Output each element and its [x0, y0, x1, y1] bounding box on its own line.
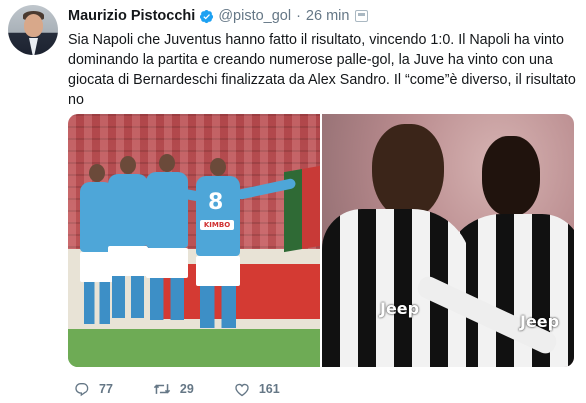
pitch-grass: [68, 329, 320, 367]
tweet-media[interactable]: 8 KIMBO Jeep Jeep: [68, 114, 574, 367]
heart-icon: [235, 383, 249, 396]
reply-count: 77: [99, 382, 113, 396]
follow-icon[interactable]: [355, 10, 369, 22]
juventus-players-photo[interactable]: Jeep Jeep: [322, 114, 574, 367]
retweet-button[interactable]: 29: [153, 381, 194, 397]
retweet-icon: [153, 384, 171, 394]
tweet-header: Maurizio Pistocchi @pisto_gol · 26 min: [68, 7, 369, 25]
reply-icon: [75, 383, 89, 397]
author-name[interactable]: Maurizio Pistocchi: [68, 8, 195, 24]
jeep-sponsor-logo: Jeep: [380, 299, 420, 318]
jersey-number: 8: [208, 190, 224, 215]
jeep-sponsor-logo: Jeep: [520, 312, 560, 331]
napoli-celebration-photo[interactable]: 8 KIMBO: [68, 114, 320, 367]
retweet-count: 29: [179, 382, 194, 396]
author-handle[interactable]: @pisto_gol: [218, 8, 291, 24]
player-head: [372, 124, 444, 219]
separator-dot: ·: [296, 8, 301, 24]
verified-badge-icon: [200, 9, 214, 23]
avatar-shirt: [29, 38, 38, 55]
author-avatar[interactable]: [8, 5, 58, 55]
tweet-actions: 77 29 161: [74, 380, 320, 398]
player-number-8: 8 KIMBO: [196, 158, 240, 328]
player-head: [482, 136, 540, 216]
avatar-face: [24, 14, 43, 37]
kimbo-sponsor-logo: KIMBO: [200, 220, 234, 230]
reply-button[interactable]: 77: [74, 381, 113, 397]
like-count: 161: [258, 382, 280, 396]
tweet-timestamp[interactable]: 26 min: [306, 8, 350, 24]
like-button[interactable]: 161: [234, 382, 280, 397]
tweet-text: Sia Napoli che Juventus hanno fatto il r…: [68, 32, 576, 108]
